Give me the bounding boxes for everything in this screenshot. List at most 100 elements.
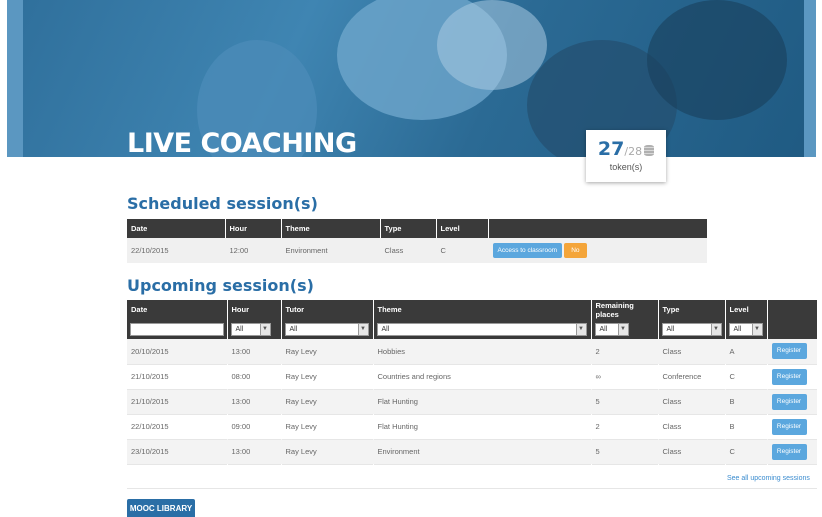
chevron-down-icon: ▼: [751, 323, 762, 335]
cell-tutor: Ray Levy: [281, 339, 373, 364]
hour-filter-select[interactable]: All ▼: [230, 322, 271, 336]
hero-photo-shape: [437, 0, 547, 90]
see-all-upcoming-link[interactable]: See all upcoming sessions: [727, 475, 810, 482]
cell-theme: Flat Hunting: [373, 389, 591, 414]
register-button[interactable]: Register: [771, 418, 807, 435]
column-header-tutor: Tutor: [281, 300, 374, 319]
table-row: 22/10/2015 12:00 Environment Class C Acc…: [127, 238, 707, 263]
column-header-level: Level: [436, 219, 489, 238]
scheduled-sessions-table: Date Hour Theme Type Level 22/10/2015 12…: [127, 219, 708, 263]
scheduled-sessions-title: Scheduled session(s): [127, 194, 318, 213]
cell-type: Class: [658, 439, 725, 464]
table-row: 22/10/2015 09:00 Ray Levy Flat Hunting 2…: [127, 414, 817, 439]
column-header-level: Level: [725, 300, 768, 319]
cell-type: Class: [658, 339, 725, 364]
register-button[interactable]: Register: [771, 443, 807, 460]
access-classroom-button[interactable]: Access to classroom: [492, 243, 563, 258]
theme-filter-value: All: [381, 325, 390, 333]
places-filter-select[interactable]: All ▼: [594, 322, 629, 336]
column-header-hour: Hour: [227, 300, 282, 319]
cell-type: Class: [380, 238, 436, 263]
page-title: LIVE COACHING: [127, 128, 357, 157]
column-header-type: Type: [658, 300, 726, 319]
cell-level: C: [436, 238, 488, 263]
cell-type: Conference: [658, 364, 725, 389]
table-row: 23/10/2015 13:00 Ray Levy Environment 5 …: [127, 439, 817, 464]
cell-date: 22/10/2015: [127, 238, 225, 263]
tutor-filter-value: All: [289, 325, 298, 333]
chevron-down-icon: ▼: [259, 323, 270, 335]
cell-hour: 12:00: [225, 238, 281, 263]
column-header-actions: [767, 300, 818, 319]
cell-hour: 08:00: [227, 364, 281, 389]
column-header-type: Type: [380, 219, 437, 238]
register-button[interactable]: Register: [771, 368, 807, 385]
chevron-down-icon: ▼: [710, 323, 721, 335]
level-filter-value: All: [733, 325, 742, 333]
cell-tutor: Ray Levy: [281, 414, 373, 439]
column-header-actions: [488, 219, 708, 238]
date-filter-input[interactable]: [130, 322, 224, 336]
cell-level: C: [725, 439, 767, 464]
cell-remaining-places: 2: [591, 414, 658, 439]
upcoming-sessions-table: Date Hour Tutor Theme Remaining places T…: [127, 300, 818, 465]
cell-theme: Countries and regions: [373, 364, 591, 389]
level-filter-select[interactable]: All ▼: [728, 322, 763, 336]
theme-filter-select[interactable]: All ▼: [376, 322, 587, 336]
type-filter-select[interactable]: All ▼: [661, 322, 722, 336]
cancel-session-button[interactable]: No: [564, 243, 587, 258]
cell-type: Class: [658, 414, 725, 439]
column-header-theme: Theme: [373, 300, 592, 319]
cell-hour: 13:00: [227, 389, 281, 414]
token-current: 27: [597, 138, 625, 160]
hero-banner: LIVE COACHING: [7, 0, 816, 157]
coins-icon: [644, 145, 655, 156]
column-header-remaining-places: Remaining places: [591, 300, 659, 319]
cell-date: 21/10/2015: [127, 389, 227, 414]
cell-remaining-places: 5: [591, 389, 658, 414]
cell-level: B: [725, 414, 767, 439]
register-button[interactable]: Register: [771, 343, 807, 360]
table-row: 21/10/2015 08:00 Ray Levy Countries and …: [127, 364, 817, 389]
cell-theme: Flat Hunting: [373, 414, 591, 439]
column-header-date: Date: [127, 300, 228, 319]
chevron-down-icon: ▼: [575, 323, 586, 335]
cell-hour: 09:00: [227, 414, 281, 439]
cell-date: 21/10/2015: [127, 364, 227, 389]
hero-photo-shape: [647, 0, 787, 120]
cell-actions: Access to classroom No: [488, 238, 707, 263]
cell-tutor: Ray Levy: [281, 389, 373, 414]
cell-level: C: [725, 364, 767, 389]
upcoming-sessions-title: Upcoming session(s): [127, 276, 314, 295]
cell-level: B: [725, 389, 767, 414]
mooc-library-button[interactable]: MOOC LIBRARY: [127, 499, 195, 517]
column-header-date: Date: [127, 219, 226, 238]
hour-filter-value: All: [235, 325, 244, 333]
cell-level: A: [725, 339, 767, 364]
table-row: 21/10/2015 13:00 Ray Levy Flat Hunting 5…: [127, 389, 817, 414]
cell-remaining-places: 5: [591, 439, 658, 464]
type-filter-value: All: [666, 325, 675, 333]
cell-type: Class: [658, 389, 725, 414]
chevron-down-icon: ▼: [617, 323, 628, 335]
divider: [127, 488, 817, 489]
hero-stripe-left: [7, 0, 23, 157]
cell-remaining-places: 2: [591, 339, 658, 364]
cell-hour: 13:00: [227, 339, 281, 364]
cell-tutor: Ray Levy: [281, 439, 373, 464]
cell-theme: Environment: [373, 439, 591, 464]
token-total: /28: [624, 145, 643, 158]
chevron-down-icon: ▼: [357, 323, 368, 335]
cell-date: 22/10/2015: [127, 414, 227, 439]
cell-theme: Hobbies: [373, 339, 591, 364]
hero-stripe-right: [804, 0, 816, 157]
table-row: 20/10/2015 13:00 Ray Levy Hobbies 2 Clas…: [127, 339, 817, 364]
register-button[interactable]: Register: [771, 393, 807, 410]
tutor-filter-select[interactable]: All ▼: [284, 322, 369, 336]
cell-remaining-places: ∞: [591, 364, 658, 389]
cell-date: 20/10/2015: [127, 339, 227, 364]
column-header-theme: Theme: [281, 219, 381, 238]
token-label: token(s): [609, 162, 643, 172]
cell-hour: 13:00: [227, 439, 281, 464]
cell-date: 23/10/2015: [127, 439, 227, 464]
